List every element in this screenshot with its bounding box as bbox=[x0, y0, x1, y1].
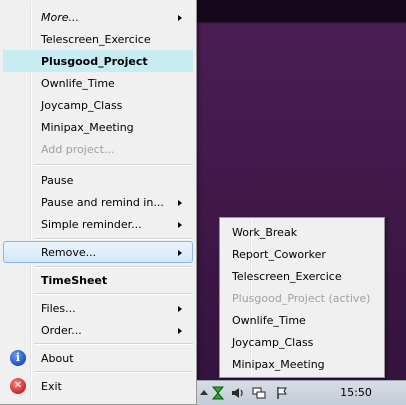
menu-item-label: More... bbox=[41, 11, 80, 24]
menu-separator bbox=[34, 371, 193, 373]
menu-separator bbox=[34, 164, 193, 166]
menu-item-label: Add project... bbox=[41, 143, 115, 156]
menu-item-project-plusgood-project-active[interactable]: Plusgood_Project bbox=[3, 50, 193, 72]
menu-item-label: Minipax_Meeting bbox=[41, 121, 134, 134]
exit-icon: ✕ bbox=[10, 378, 26, 394]
menu-item-remove[interactable]: Remove... bbox=[3, 241, 193, 263]
menu-item-label: Pause and remind in... bbox=[41, 196, 164, 209]
tray-context-menu: More... Telescreen_Exercice Plusgood_Pro… bbox=[0, 0, 197, 405]
menu-item-more[interactable]: More... bbox=[3, 6, 193, 28]
menu-item-label: Work_Break bbox=[232, 226, 298, 239]
menu-item-label: Pause bbox=[41, 174, 74, 187]
menu-item-exit[interactable]: ✕ Exit bbox=[3, 375, 193, 397]
menu-item-label: TimeSheet bbox=[41, 274, 108, 287]
menu-item-label: Joycamp_Class bbox=[41, 99, 123, 112]
show-hidden-icons-arrow[interactable] bbox=[200, 390, 208, 395]
menu-item-label: Telescreen_Exercice bbox=[232, 270, 342, 283]
menu-item-about[interactable]: i About bbox=[3, 347, 193, 369]
menu-separator bbox=[34, 293, 193, 295]
remove-item-ownlife-time[interactable]: Ownlife_Time bbox=[222, 309, 382, 331]
submenu-arrow-icon bbox=[178, 250, 182, 256]
menu-item-label: Ownlife_Time bbox=[41, 77, 115, 90]
submenu-arrow-icon bbox=[178, 306, 182, 312]
info-icon: i bbox=[10, 350, 26, 366]
menu-item-label: Telescreen_Exercice bbox=[41, 33, 151, 46]
menu-separator bbox=[34, 238, 193, 240]
menu-item-label: Order... bbox=[41, 324, 82, 337]
volume-icon[interactable] bbox=[231, 386, 245, 400]
menu-item-label: Report_Coworker bbox=[232, 248, 326, 261]
menu-item-label: Remove... bbox=[41, 246, 97, 259]
menu-separator bbox=[34, 266, 193, 268]
menu-item-pause-and-remind[interactable]: Pause and remind in... bbox=[3, 191, 193, 213]
remove-submenu: Work_Break Report_Coworker Telescreen_Ex… bbox=[219, 217, 385, 378]
menu-item-label: Plusgood_Project (active) bbox=[232, 292, 371, 305]
submenu-arrow-icon bbox=[178, 222, 182, 228]
remove-item-plusgood-project-active: Plusgood_Project (active) bbox=[222, 287, 382, 309]
menu-item-label: Joycamp_Class bbox=[232, 336, 314, 349]
submenu-arrow-icon bbox=[178, 200, 182, 206]
taskbar-notification-area: 15:50 bbox=[197, 380, 406, 405]
menu-item-label: Ownlife_Time bbox=[232, 314, 306, 327]
menu-item-project-joycamp-class[interactable]: Joycamp_Class bbox=[3, 94, 193, 116]
menu-item-files[interactable]: Files... bbox=[3, 297, 193, 319]
menu-item-label: Simple reminder... bbox=[41, 218, 142, 231]
remove-item-telescreen-exercice[interactable]: Telescreen_Exercice bbox=[222, 265, 382, 287]
menu-item-project-minipax-meeting[interactable]: Minipax_Meeting bbox=[3, 116, 193, 138]
menu-item-add-project: Add project... bbox=[3, 138, 193, 160]
menu-item-order[interactable]: Order... bbox=[3, 319, 193, 341]
remove-item-report-coworker[interactable]: Report_Coworker bbox=[222, 243, 382, 265]
timesheet-app-icon[interactable] bbox=[211, 386, 225, 400]
menu-item-label: Files... bbox=[41, 302, 76, 315]
menu-item-project-telescreen-exercice[interactable]: Telescreen_Exercice bbox=[3, 28, 193, 50]
submenu-arrow-icon bbox=[178, 328, 182, 334]
submenu-arrow-icon bbox=[178, 15, 182, 21]
menu-item-simple-reminder[interactable]: Simple reminder... bbox=[3, 213, 193, 235]
remove-item-joycamp-class[interactable]: Joycamp_Class bbox=[222, 331, 382, 353]
menu-item-pause[interactable]: Pause bbox=[3, 169, 193, 191]
action-center-flag-icon[interactable] bbox=[275, 386, 289, 400]
remove-item-minipax-meeting[interactable]: Minipax_Meeting bbox=[222, 353, 382, 375]
network-icon[interactable] bbox=[252, 386, 266, 400]
desktop-window-edge bbox=[196, 0, 406, 22]
menu-item-label: Minipax_Meeting bbox=[232, 358, 325, 371]
menu-item-label: Exit bbox=[41, 380, 62, 393]
menu-item-timesheet[interactable]: TimeSheet bbox=[3, 269, 193, 291]
menu-item-project-ownlife-time[interactable]: Ownlife_Time bbox=[3, 72, 193, 94]
menu-item-label: Plusgood_Project bbox=[41, 55, 148, 68]
system-clock[interactable]: 15:50 bbox=[331, 381, 381, 405]
remove-item-work-break[interactable]: Work_Break bbox=[222, 221, 382, 243]
menu-item-label: About bbox=[41, 352, 74, 365]
menu-separator bbox=[34, 343, 193, 345]
